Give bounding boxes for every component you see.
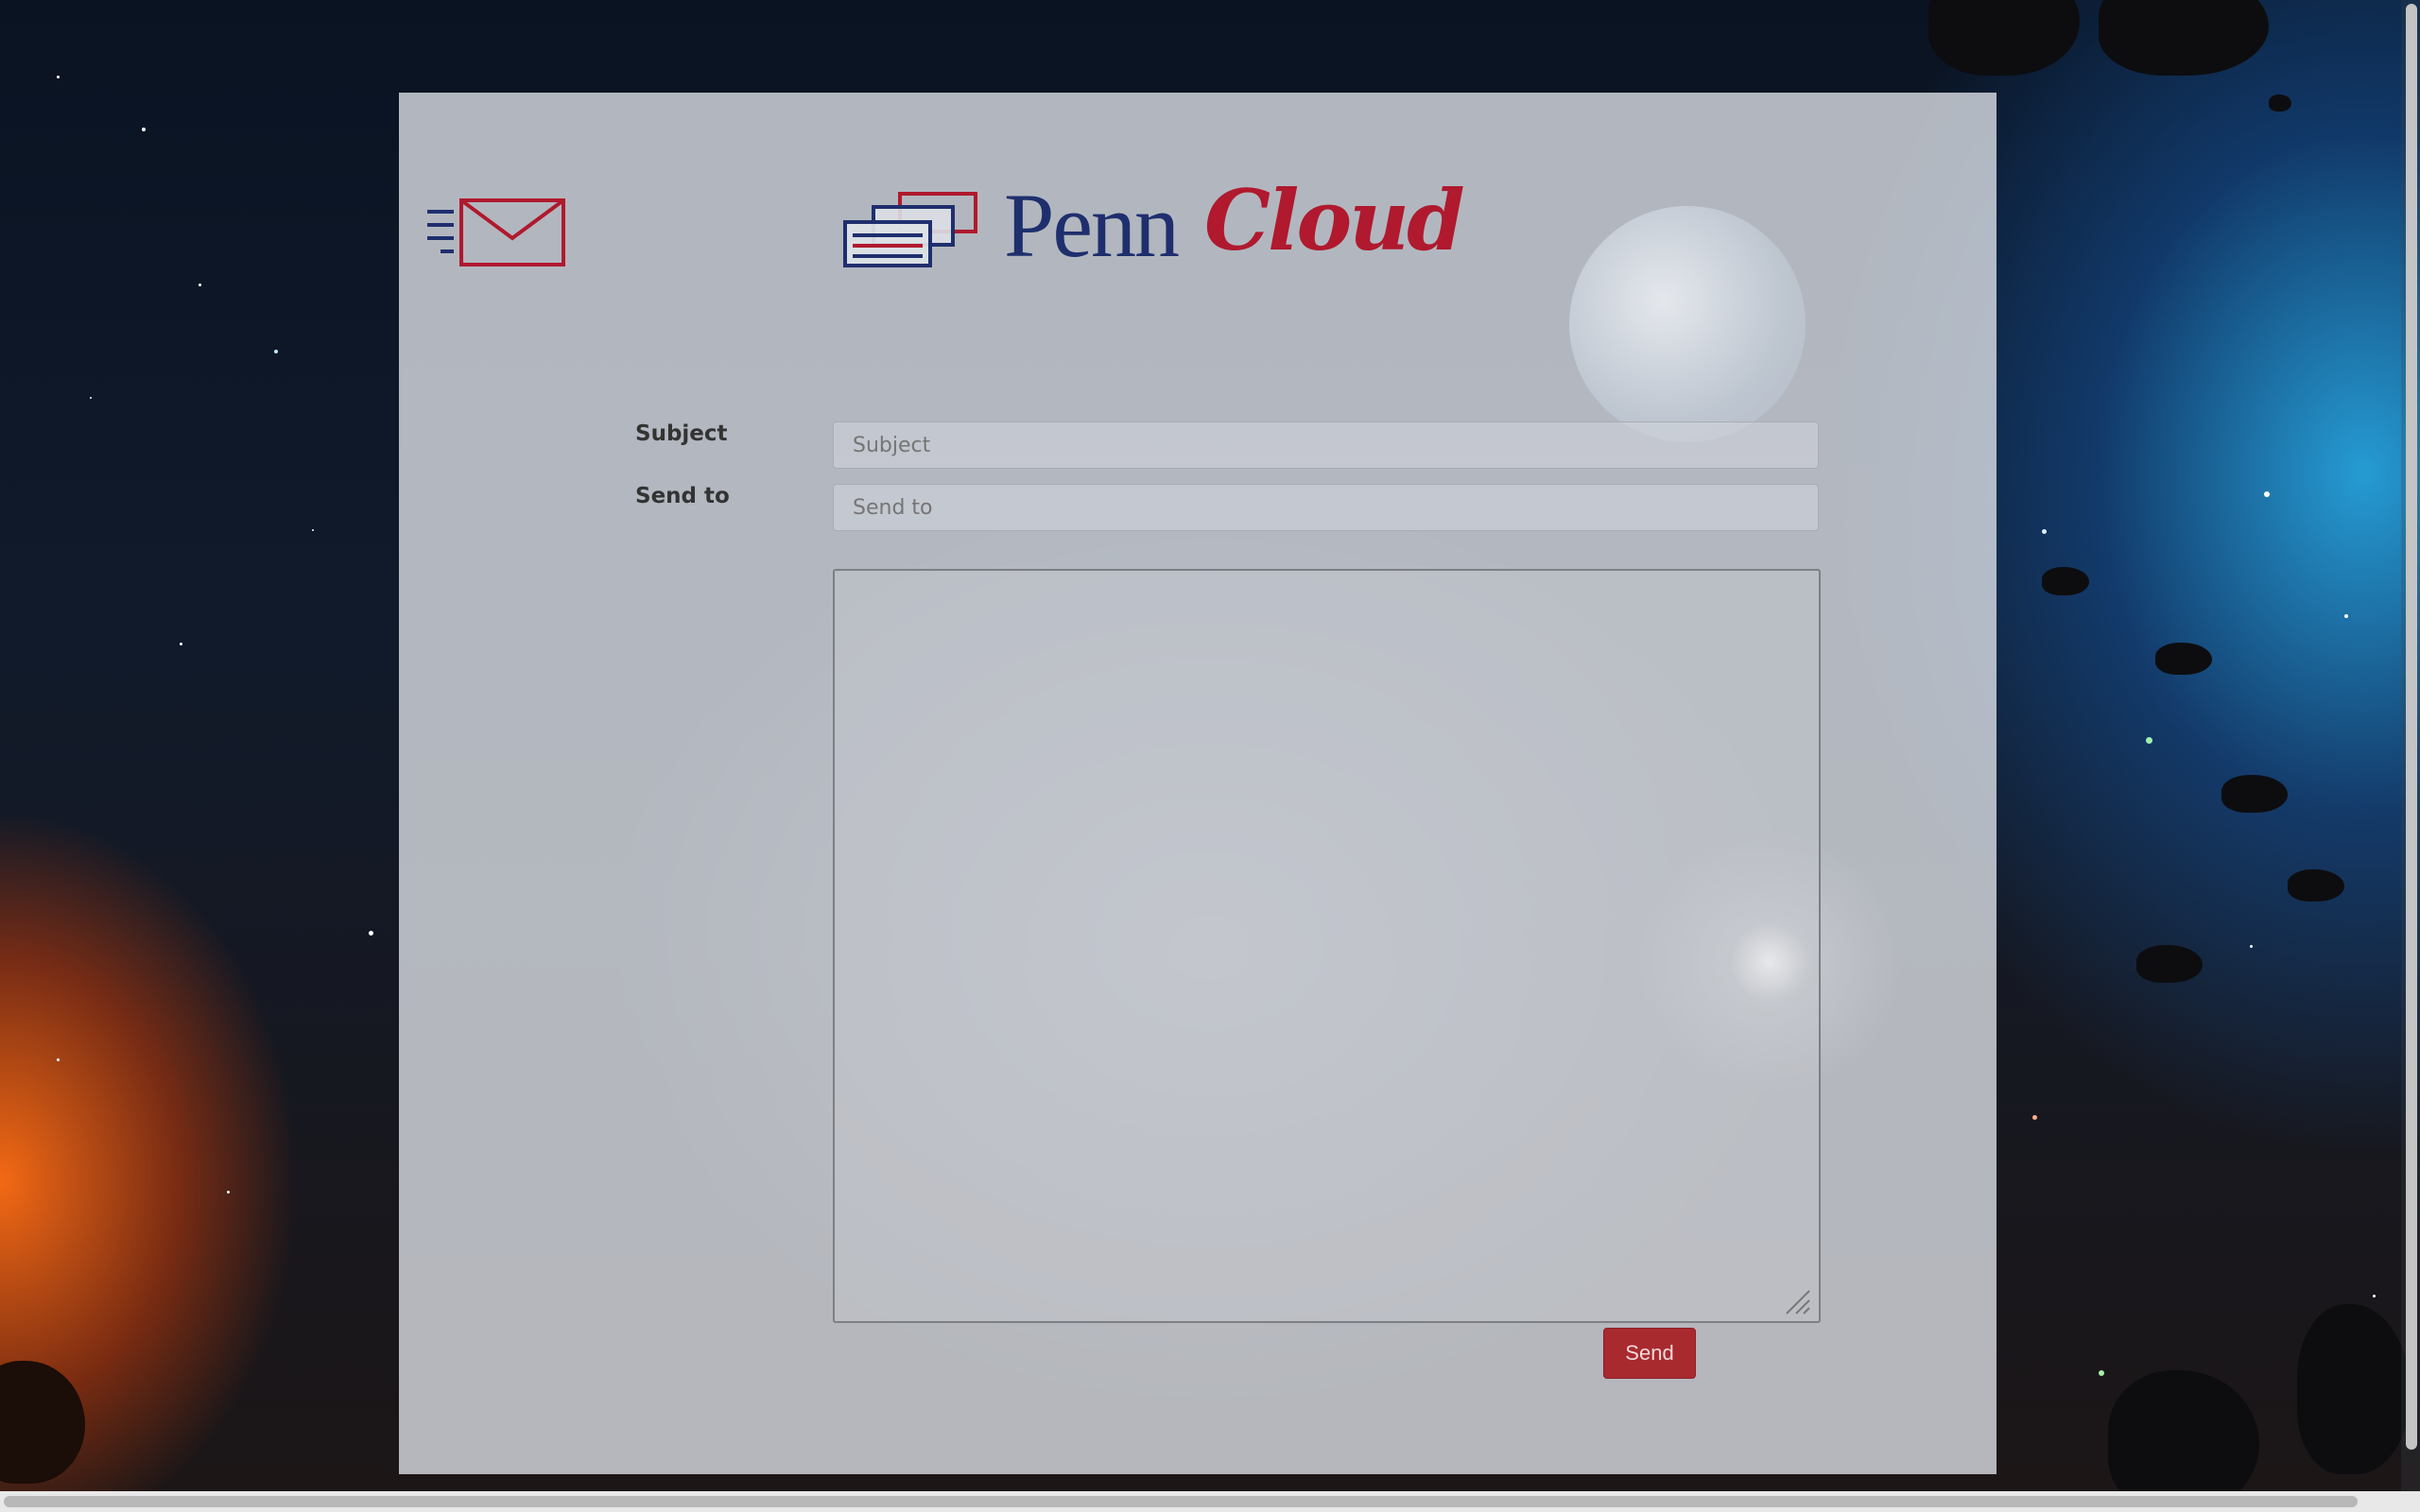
send-button[interactable]: Send (1603, 1328, 1696, 1379)
subject-label: Subject (635, 421, 728, 446)
resize-grip-icon[interactable] (1783, 1289, 1811, 1315)
vertical-scrollbar-thumb[interactable] (2406, 4, 2417, 1450)
send-to-input[interactable] (833, 484, 1819, 531)
vertical-scrollbar[interactable] (2401, 0, 2420, 1491)
message-body-textarea[interactable] (833, 569, 1821, 1323)
logo-text-penn: Penn (1004, 175, 1180, 276)
subject-input[interactable] (833, 421, 1819, 469)
horizontal-scrollbar-thumb[interactable] (4, 1496, 2358, 1507)
horizontal-scrollbar[interactable] (0, 1491, 2420, 1512)
mail-send-icon (427, 198, 565, 266)
message-stack-icon (843, 192, 977, 267)
logo-text-cloud: Cloud (1204, 171, 1465, 269)
send-to-label: Send to (635, 484, 730, 508)
penncloud-logo: Penn Cloud (985, 171, 1465, 381)
planet-decoration (1569, 206, 1806, 442)
